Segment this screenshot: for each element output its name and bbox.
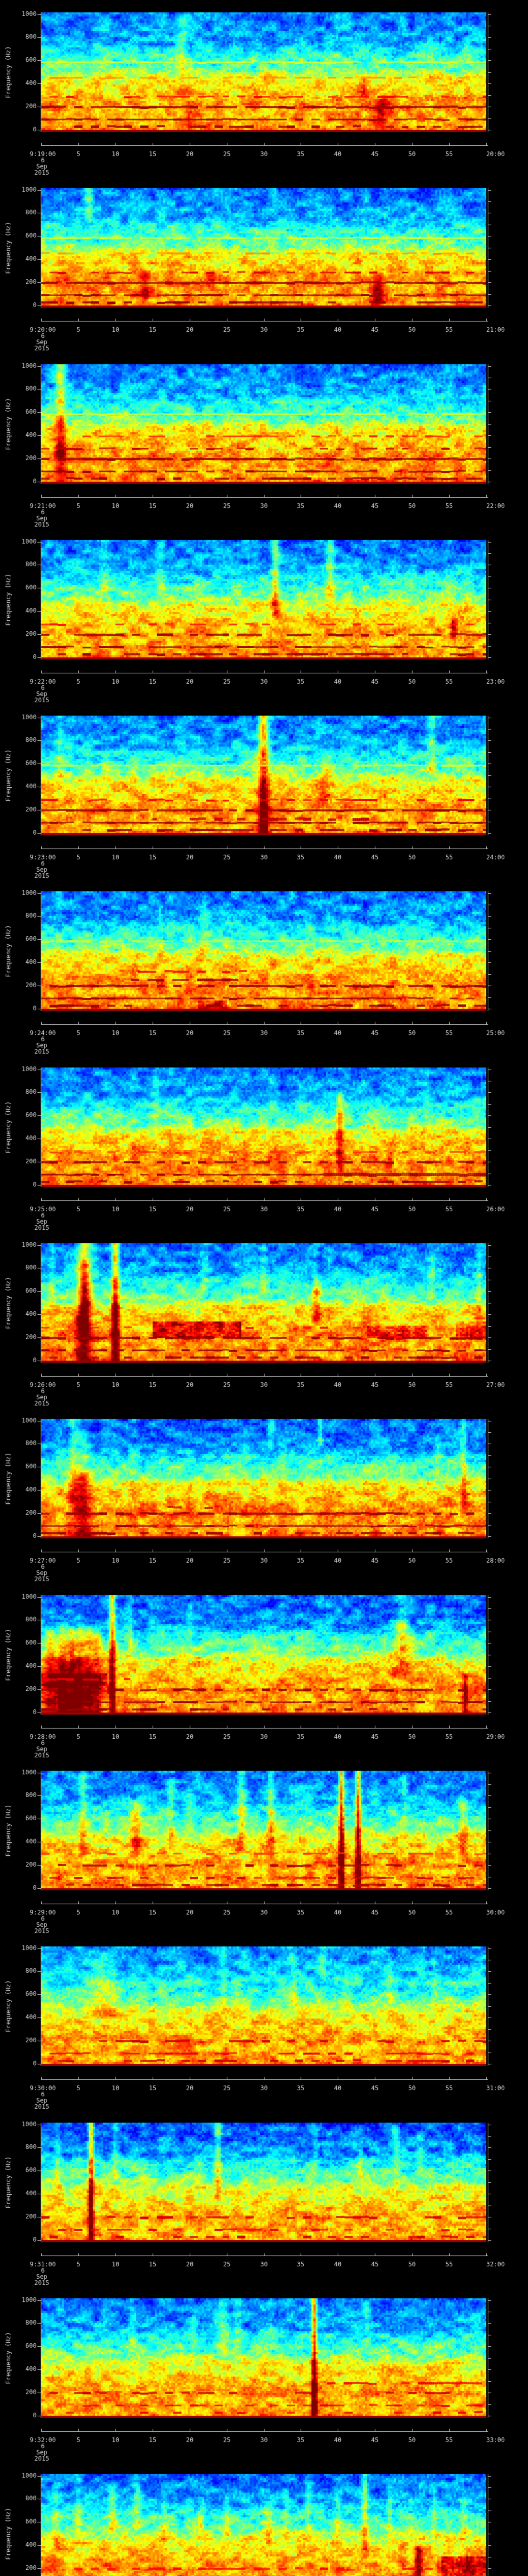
- spectrogram-canvas-1: [0, 0, 528, 176]
- spectrogram-canvas-7: [0, 1055, 528, 1231]
- spectrogram-panel-9: [0, 1406, 528, 1583]
- spectrogram-canvas-15: [0, 2462, 528, 2576]
- spectrogram-panel-10: [0, 1583, 528, 1759]
- spectrogram-panel-8: [0, 1231, 528, 1407]
- spectrogram-canvas-13: [0, 2110, 528, 2286]
- spectrogram-panel-5: [0, 703, 528, 879]
- spectrogram-canvas-3: [0, 352, 528, 528]
- spectrogram-panel-4: [0, 528, 528, 704]
- spectrogram-canvas-6: [0, 879, 528, 1055]
- spectrogram-panel-14: [0, 2286, 528, 2462]
- spectrogram-panel-13: [0, 2110, 528, 2286]
- spectrogram-panel-12: [0, 1934, 528, 2110]
- spectrogram-panel-11: [0, 1758, 528, 1935]
- spectrogram-canvas-4: [0, 528, 528, 704]
- spectrogram-panel-6: [0, 879, 528, 1055]
- spectrogram-canvas-2: [0, 176, 528, 352]
- spectrogram-canvas-9: [0, 1406, 528, 1583]
- spectrogram-canvas-10: [0, 1583, 528, 1759]
- spectrogram-panel-1: [0, 0, 528, 176]
- spectrogram-panel-3: [0, 352, 528, 528]
- spectrogram-panel-7: [0, 1055, 528, 1231]
- spectrogram-figure: [0, 0, 528, 2576]
- spectrogram-panel-2: [0, 176, 528, 352]
- spectrogram-canvas-14: [0, 2286, 528, 2462]
- spectrogram-canvas-11: [0, 1758, 528, 1935]
- spectrogram-canvas-5: [0, 703, 528, 879]
- spectrogram-panel-15: [0, 2462, 528, 2576]
- spectrogram-canvas-12: [0, 1934, 528, 2110]
- spectrogram-canvas-8: [0, 1231, 528, 1407]
